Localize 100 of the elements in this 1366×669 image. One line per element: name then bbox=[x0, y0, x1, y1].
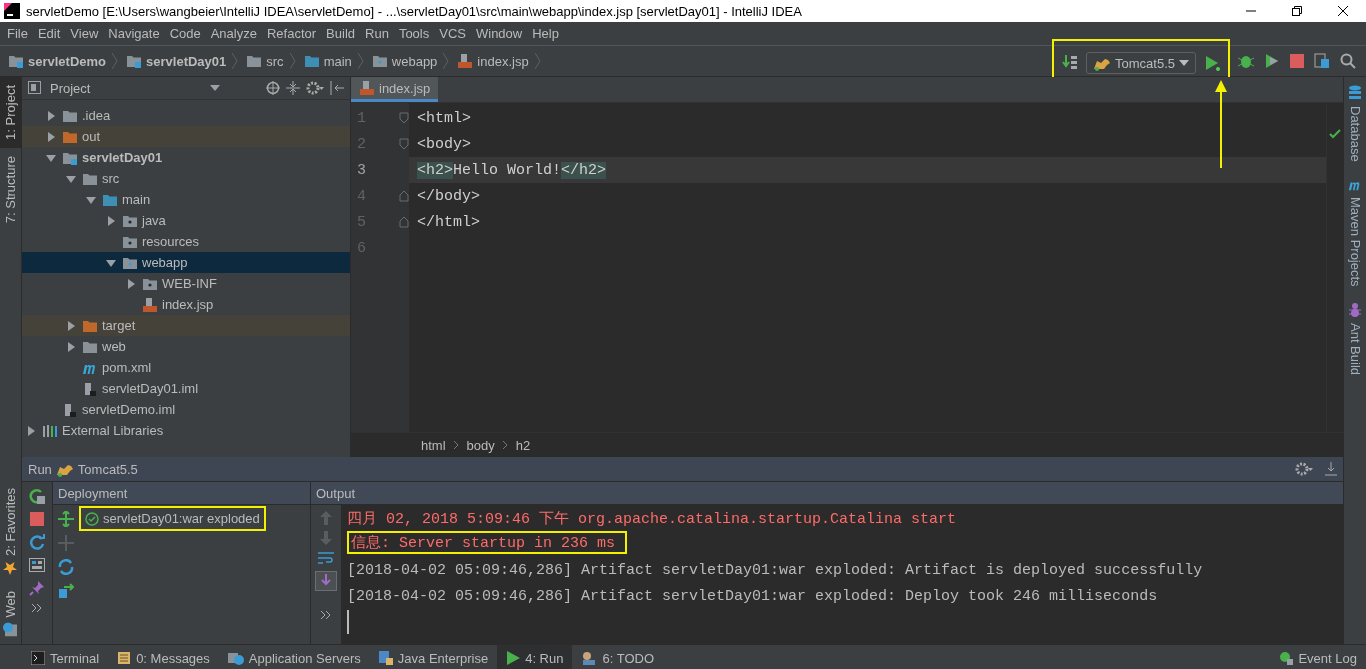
tree-item[interactable]: WEB-INF bbox=[22, 273, 350, 294]
close-icon[interactable] bbox=[1338, 6, 1348, 16]
settings-icon[interactable] bbox=[1295, 462, 1313, 476]
tree-arrow-icon[interactable] bbox=[66, 320, 76, 331]
tree-item[interactable]: resources bbox=[22, 231, 350, 252]
tree-arrow-icon[interactable] bbox=[86, 194, 96, 205]
tree-arrow-icon[interactable] bbox=[126, 278, 136, 289]
tree-arrow-icon[interactable] bbox=[26, 425, 36, 436]
menu-item[interactable]: Window bbox=[470, 26, 528, 41]
more-icon[interactable] bbox=[32, 604, 42, 612]
breadcrumb[interactable]: servletDemo bbox=[0, 53, 113, 69]
run-config-label[interactable]: Tomcat5.5 bbox=[77, 461, 138, 477]
breadcrumb[interactable]: h2 bbox=[515, 437, 531, 453]
fold-marker-icon[interactable] bbox=[399, 216, 409, 228]
more-icon[interactable] bbox=[321, 611, 331, 619]
tool-window-tab[interactable]: 1: Project bbox=[0, 77, 21, 148]
tool-window-tab[interactable]: Application Servers bbox=[218, 645, 370, 669]
ant-icon bbox=[1348, 302, 1362, 319]
tool-window-tab[interactable]: Web bbox=[0, 582, 21, 644]
breadcrumb[interactable]: index.jsp bbox=[449, 53, 535, 69]
menu-item[interactable]: Code bbox=[164, 26, 206, 41]
menu-item[interactable]: Run bbox=[360, 26, 394, 41]
tree-item[interactable]: java bbox=[22, 210, 350, 231]
tool-window-tab[interactable]: 7: Structure bbox=[0, 147, 21, 232]
tree-arrow-icon[interactable] bbox=[66, 173, 76, 184]
tree-arrow-icon[interactable] bbox=[46, 131, 56, 142]
tool-window-tab[interactable]: 2: Favorites bbox=[0, 479, 21, 583]
tree-item[interactable]: main bbox=[22, 189, 350, 210]
fold-marker-icon[interactable] bbox=[399, 112, 409, 124]
tree-item[interactable]: webapp bbox=[22, 252, 350, 273]
menu-item[interactable]: Refactor bbox=[261, 26, 322, 41]
tree-item[interactable]: .idea bbox=[22, 105, 350, 126]
tree-item[interactable]: index.jsp bbox=[22, 294, 350, 315]
menu-item[interactable]: VCS bbox=[434, 26, 471, 41]
build-icon[interactable] bbox=[1062, 55, 1078, 71]
tree-arrow-icon[interactable] bbox=[46, 110, 56, 121]
fold-marker-icon[interactable] bbox=[399, 190, 409, 202]
breadcrumb[interactable]: main bbox=[295, 53, 358, 69]
tree-arrow-icon[interactable] bbox=[66, 341, 76, 352]
soft-wrap-icon[interactable] bbox=[318, 551, 334, 565]
hide-panel-icon[interactable] bbox=[1325, 462, 1337, 476]
menu-item[interactable]: Analyze bbox=[205, 26, 262, 41]
breadcrumb[interactable]: servletDay01 bbox=[118, 53, 233, 69]
pin-icon[interactable] bbox=[29, 580, 45, 596]
breadcrumb[interactable]: html bbox=[421, 437, 446, 453]
menu-item[interactable]: Navigate bbox=[103, 26, 165, 41]
fold-marker-icon[interactable] bbox=[399, 138, 409, 150]
tool-window-tab[interactable]: Java Enterprise bbox=[369, 645, 498, 669]
menu-item[interactable]: View bbox=[65, 26, 104, 41]
coverage-icon[interactable] bbox=[1264, 53, 1280, 69]
run-icon[interactable] bbox=[1204, 55, 1220, 71]
breadcrumb[interactable]: body bbox=[466, 437, 495, 453]
menu-item[interactable]: Build bbox=[321, 26, 360, 41]
tree-item[interactable]: target bbox=[22, 315, 350, 336]
tree-item[interactable]: servletDemo.iml bbox=[22, 399, 350, 420]
run-config-dropdown[interactable]: Tomcat5.5 bbox=[1086, 52, 1196, 74]
breadcrumb[interactable]: webapp bbox=[363, 53, 444, 69]
tree-arrow-icon[interactable] bbox=[106, 257, 116, 268]
tree-item[interactable]: src bbox=[22, 168, 350, 189]
tree-item[interactable]: External Libraries bbox=[22, 420, 350, 441]
target-icon[interactable] bbox=[266, 81, 280, 95]
tool-window-tab[interactable]: Database bbox=[1344, 77, 1366, 170]
scroll-to-end-icon[interactable] bbox=[315, 571, 337, 591]
tool-window-tab[interactable]: Ant Build bbox=[1344, 294, 1366, 384]
restore-icon[interactable] bbox=[1292, 6, 1302, 16]
tool-window-tab[interactable]: Maven Projects bbox=[1344, 169, 1366, 295]
deploy-icon[interactable] bbox=[57, 511, 75, 527]
deployment-item[interactable]: servletDay01:war exploded bbox=[81, 508, 264, 529]
tool-window-tab[interactable]: 0: Messages bbox=[108, 645, 219, 669]
tool-window-tab[interactable]: 6: TODO bbox=[572, 645, 663, 669]
tree-item[interactable]: web bbox=[22, 336, 350, 357]
dropdown-arrow-icon[interactable] bbox=[210, 85, 220, 91]
tree-arrow-icon[interactable] bbox=[106, 215, 116, 226]
hide-panel-icon[interactable] bbox=[330, 81, 344, 95]
sync-icon[interactable] bbox=[58, 559, 74, 575]
debug-icon[interactable] bbox=[1238, 53, 1254, 69]
refresh-icon[interactable] bbox=[29, 534, 45, 550]
editor-tab[interactable]: index.jsp bbox=[351, 77, 439, 102]
project-structure-icon[interactable] bbox=[1314, 53, 1330, 69]
console-line: 四月 02, 2018 5:09:46 下午 org.apache.catalina.startup.Catalina start bbox=[347, 509, 957, 528]
menu-item[interactable]: Tools bbox=[393, 26, 435, 41]
tool-window-tab[interactable]: Terminal bbox=[22, 645, 109, 669]
menu-item[interactable]: Help bbox=[527, 26, 564, 41]
tree-item[interactable]: servletDay01 bbox=[22, 147, 350, 168]
breadcrumb[interactable]: src bbox=[238, 53, 290, 69]
artifact-icon[interactable] bbox=[58, 583, 74, 599]
tree-item[interactable]: servletDay01.iml bbox=[22, 378, 350, 399]
collapse-all-icon[interactable] bbox=[286, 81, 300, 95]
menu-item[interactable]: Edit bbox=[32, 26, 66, 41]
tree-arrow-icon[interactable] bbox=[46, 152, 56, 163]
tree-item[interactable]: pom.xml bbox=[22, 357, 350, 378]
search-icon[interactable] bbox=[1340, 53, 1356, 69]
event-log-tab[interactable]: Event Log bbox=[1270, 645, 1366, 669]
settings-icon[interactable] bbox=[306, 81, 324, 95]
tree-item[interactable]: out bbox=[22, 126, 350, 147]
menu-item[interactable]: File bbox=[2, 26, 33, 41]
tool-window-tab[interactable]: 4: Run bbox=[497, 645, 573, 669]
rerun-icon[interactable] bbox=[29, 488, 45, 504]
panel-title[interactable]: Project bbox=[50, 80, 91, 96]
layout-icon[interactable] bbox=[29, 558, 45, 572]
